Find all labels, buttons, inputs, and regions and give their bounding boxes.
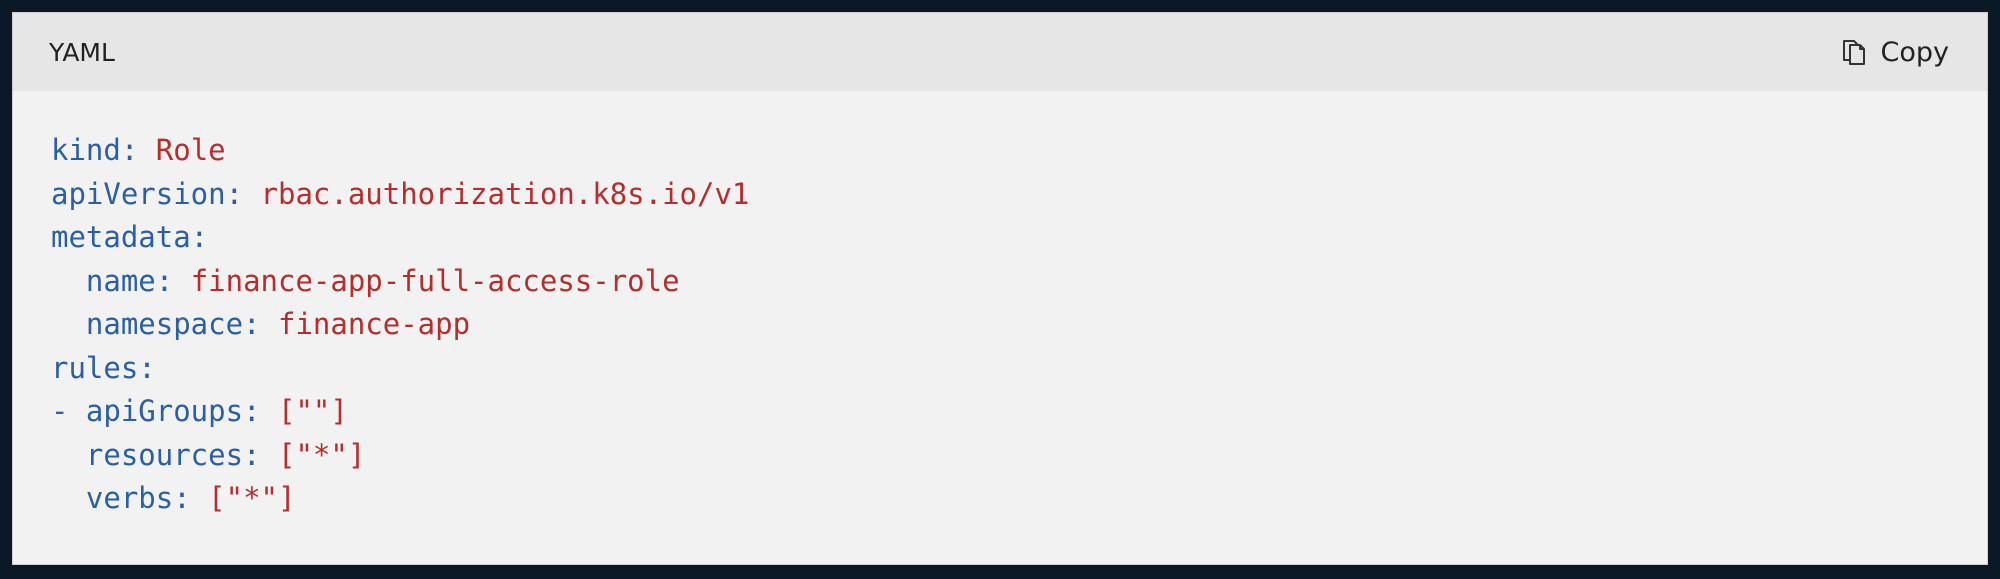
code-line: rules: xyxy=(51,347,1987,391)
yaml-value: ["*"] xyxy=(208,481,296,515)
yaml-key: resources: xyxy=(51,437,261,472)
yaml-key: kind: xyxy=(51,133,139,167)
yaml-key: name: xyxy=(51,263,174,298)
code-line: - apiGroups: [""] xyxy=(51,390,1987,434)
yaml-key: metadata: xyxy=(51,220,209,254)
language-label: YAML xyxy=(49,37,115,67)
yaml-value: Role xyxy=(155,133,226,167)
code-line: kind: Role xyxy=(51,129,1987,173)
yaml-key: apiVersion: xyxy=(51,176,244,211)
code-content[interactable]: kind: Role apiVersion: rbac.authorizatio… xyxy=(13,91,1987,521)
code-line: name: finance-app-full-access-role xyxy=(51,260,1987,304)
code-line: metadata: xyxy=(51,216,1987,260)
yaml-key: verbs: xyxy=(51,481,191,515)
code-block: YAML Copy kind: Role apiVersion: rbac.au… xyxy=(12,12,1988,565)
copy-icon xyxy=(1839,37,1869,67)
yaml-key: rules: xyxy=(51,350,156,385)
code-line: namespace: finance-app xyxy=(51,303,1987,347)
yaml-key: namespace: xyxy=(51,307,261,341)
code-line: resources: ["*"] xyxy=(51,434,1987,478)
yaml-value: [""] xyxy=(277,394,348,428)
copy-label: Copy xyxy=(1880,36,1950,68)
code-line: apiVersion: rbac.authorization.k8s.io/v1 xyxy=(51,173,1987,217)
copy-button[interactable]: Copy xyxy=(1839,36,1950,68)
code-line: verbs: ["*"] xyxy=(51,477,1987,521)
yaml-key: - apiGroups: xyxy=(51,394,261,428)
code-block-header: YAML Copy xyxy=(13,13,1987,91)
yaml-value: ["*"] xyxy=(277,437,366,472)
yaml-value: finance-app-full-access-role xyxy=(190,263,680,298)
yaml-value: finance-app xyxy=(277,307,471,341)
yaml-value: rbac.authorization.k8s.io/v1 xyxy=(260,176,750,211)
